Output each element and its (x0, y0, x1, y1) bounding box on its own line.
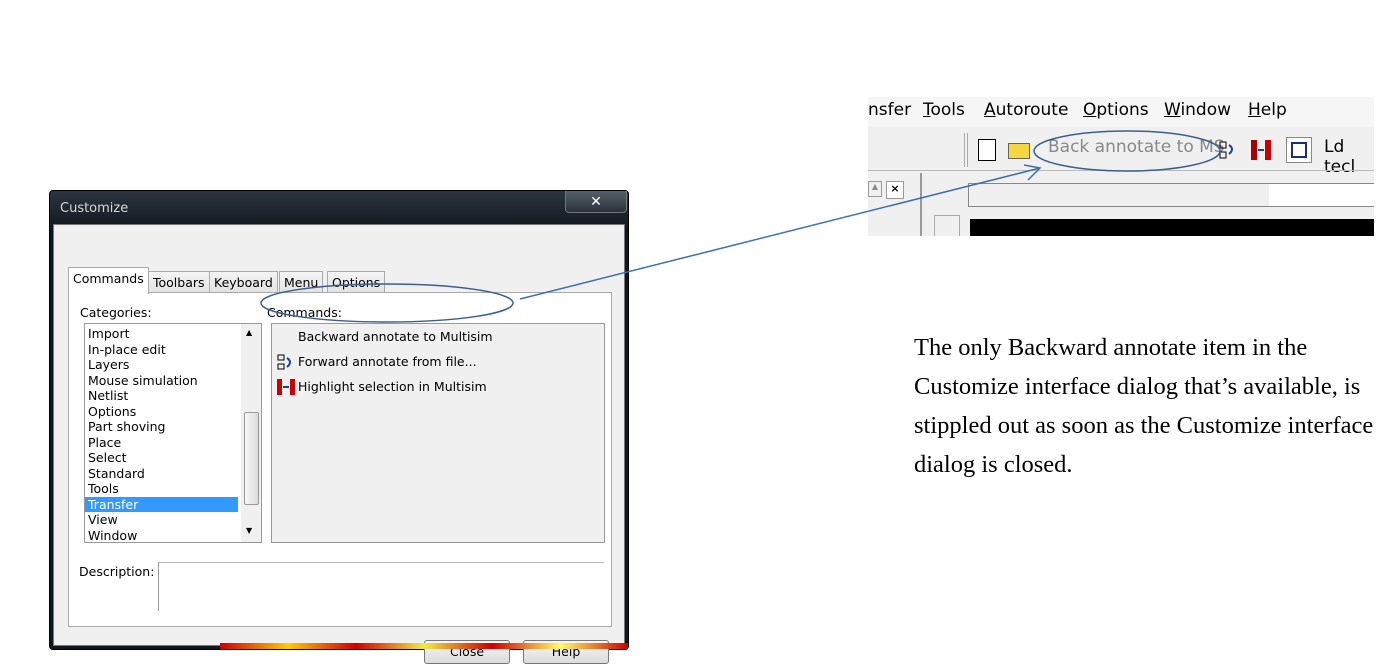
annotation-overlay (260, 130, 1221, 323)
annotation-arrow (519, 167, 1041, 300)
annotation-ellipse-toolbar (1033, 130, 1221, 172)
tab-commands[interactable]: Commands (68, 267, 149, 294)
arrowhead-icon (1023, 164, 1042, 181)
annotation-ellipse-dialog (260, 283, 514, 323)
